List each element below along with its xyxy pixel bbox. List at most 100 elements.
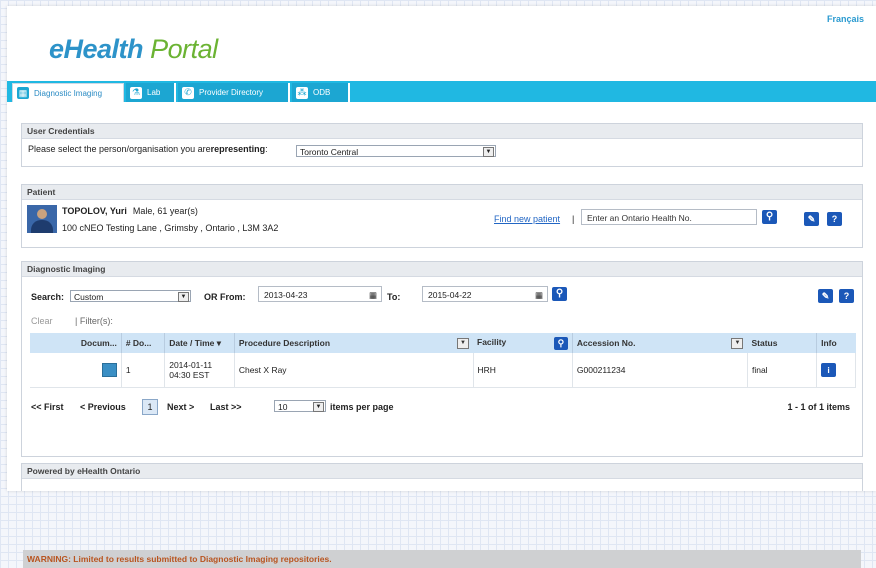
next-page-link[interactable]: Next > (167, 402, 194, 412)
representing-value: Toronto Central (300, 147, 359, 157)
document-cell (30, 353, 122, 388)
search-type-select[interactable]: Custom ▼ (70, 290, 191, 302)
chevron-down-icon: ▼ (178, 292, 189, 302)
prompt-bold: representing (210, 144, 266, 154)
col-date-time[interactable]: Date / Time ▾ (164, 333, 235, 353)
help-icon[interactable]: ? (839, 289, 854, 303)
calendar-icon[interactable]: ▦ (369, 287, 377, 303)
panel-title: Diagnostic Imaging (22, 262, 862, 277)
credentials-prompt: Please select the person/organisation yo… (28, 144, 268, 154)
patient-address: 100 cNEO Testing Lane , Grimsby , Ontari… (62, 223, 279, 233)
find-new-patient-link[interactable]: Find new patient (494, 214, 560, 224)
panel-title: Patient (22, 185, 862, 200)
filters-label: | Filter(s): (75, 316, 113, 326)
imaging-icon: ▦ (17, 87, 29, 99)
patient-panel: Patient TOPOLOV, Yuri Male, 61 year(s) 1… (21, 184, 863, 248)
table-row[interactable]: 1 2014-01-11 04:30 EST Chest X Ray HRH G… (30, 353, 856, 388)
items-per-page-select[interactable]: 10 ▼ (274, 400, 326, 412)
status-cell: final (747, 353, 818, 388)
tab-provider-directory[interactable]: ✆ Provider Directory (178, 83, 290, 102)
info-cell: i (816, 353, 856, 388)
logo: eHealth Portal (49, 34, 218, 65)
footer-panel: Powered by eHealth Ontario (21, 463, 863, 491)
document-image-icon[interactable] (101, 363, 117, 377)
clear-link[interactable]: Clear (31, 316, 53, 326)
facility-cell: HRH (473, 353, 573, 388)
search-type-value: Custom (74, 292, 104, 302)
footer-title: Powered by eHealth Ontario (22, 464, 862, 479)
search-button[interactable]: ⚲ (762, 210, 777, 224)
procedure-cell: Chest X Ray (234, 353, 474, 388)
tab-bar: ▦ Diagnostic Imaging ⚗ Lab ✆ Provider Di… (7, 81, 876, 102)
info-icon[interactable]: i (821, 363, 837, 377)
search-icon: ⚲ (555, 288, 564, 299)
panel-title: User Credentials (22, 124, 862, 139)
tab-lab[interactable]: ⚗ Lab (126, 83, 176, 102)
results-table: Docum... # Do... Date / Time ▾ Procedure… (30, 333, 856, 388)
items-per-page-label: items per page (330, 402, 394, 412)
tab-odb[interactable]: ⁂ ODB (292, 83, 350, 102)
help-icon[interactable]: ? (827, 212, 842, 226)
previous-page-link[interactable]: < Previous (80, 402, 126, 412)
col-accession-label: Accession No. (576, 337, 636, 348)
table-header-row: Docum... # Do... Date / Time ▾ Procedure… (30, 333, 856, 353)
lab-flask-icon: ⚗ (130, 86, 142, 99)
health-number-input[interactable]: Enter an Ontario Health No. (581, 209, 757, 225)
col-procedure[interactable]: Procedure Description ▼ (234, 333, 473, 353)
date-time-cell: 2014-01-11 04:30 EST (164, 353, 235, 388)
avatar (27, 205, 57, 233)
tools-icon[interactable]: ✎ (804, 212, 819, 226)
col-accession[interactable]: Accession No. ▼ (572, 333, 748, 353)
patient-details: Male, 61 year(s) (132, 206, 198, 216)
col-procedure-label: Procedure Description (238, 337, 331, 348)
search-icon: ⚲ (765, 211, 774, 222)
pills-icon: ⁂ (296, 86, 308, 99)
page: Français eHealth Portal ▦ Diagnostic Ima… (7, 6, 876, 568)
logo-part2: Portal (150, 34, 218, 64)
accession-cell: G000211234 (572, 353, 748, 388)
language-link[interactable]: Français (827, 14, 864, 24)
search-label: Search: (31, 292, 65, 302)
time-value: 04:30 EST (169, 370, 210, 380)
separator: | (572, 214, 575, 224)
or-from-label: OR From: (204, 292, 246, 302)
tab-label: Diagnostic Imaging (34, 88, 103, 98)
calendar-icon[interactable]: ▦ (535, 287, 543, 303)
from-date-value: 2013-04-23 (264, 290, 308, 300)
current-page[interactable]: 1 (142, 399, 158, 415)
first-page-link[interactable]: << First (31, 402, 64, 412)
warning-banner: WARNING: Limited to results submitted to… (23, 550, 861, 568)
tab-diagnostic-imaging[interactable]: ▦ Diagnostic Imaging (12, 83, 124, 102)
from-date-input[interactable]: 2013-04-23 ▦ (258, 286, 382, 302)
tab-label: Provider Directory (199, 88, 264, 97)
diagnostic-imaging-panel: Diagnostic Imaging Search: Custom ▼ OR F… (21, 261, 863, 568)
col-document[interactable]: Docum... (30, 333, 122, 353)
user-credentials-panel: User Credentials Please select the perso… (21, 123, 863, 167)
last-page-link[interactable]: Last >> (210, 402, 242, 412)
tools-icon[interactable]: ✎ (818, 289, 833, 303)
to-date-value: 2015-04-22 (428, 290, 472, 300)
logo-part1: eHealth (49, 34, 144, 64)
date-value: 2014-01-11 (169, 360, 213, 370)
prompt-text: Please select the person/organisation yo… (28, 144, 211, 154)
to-label: To: (387, 292, 401, 302)
patient-name: TOPOLOV, Yuri (62, 206, 127, 216)
col-facility[interactable]: Facility ⚲ (473, 333, 573, 353)
items-per-page-value: 10 (278, 402, 288, 412)
col-status[interactable]: Status (747, 333, 818, 353)
col-doc-number[interactable]: # Do... (121, 333, 166, 353)
phone-icon: ✆ (182, 86, 194, 99)
tab-label: ODB (313, 88, 331, 97)
search-icon[interactable]: ⚲ (553, 336, 568, 350)
col-info[interactable]: Info (816, 333, 856, 353)
pager-summary: 1 - 1 of 1 items (787, 402, 850, 412)
representing-select[interactable]: Toronto Central ▼ (296, 145, 496, 157)
to-date-input[interactable]: 2015-04-22 ▦ (422, 286, 548, 302)
patient-name-row: TOPOLOV, Yuri Male, 61 year(s) (62, 206, 198, 216)
doc-number-cell: 1 (121, 353, 166, 388)
search-button[interactable]: ⚲ (552, 287, 567, 301)
chevron-down-icon[interactable]: ▼ (457, 337, 469, 349)
prompt-colon: : (265, 144, 268, 154)
chevron-down-icon: ▼ (313, 402, 324, 412)
chevron-down-icon[interactable]: ▼ (731, 337, 744, 349)
